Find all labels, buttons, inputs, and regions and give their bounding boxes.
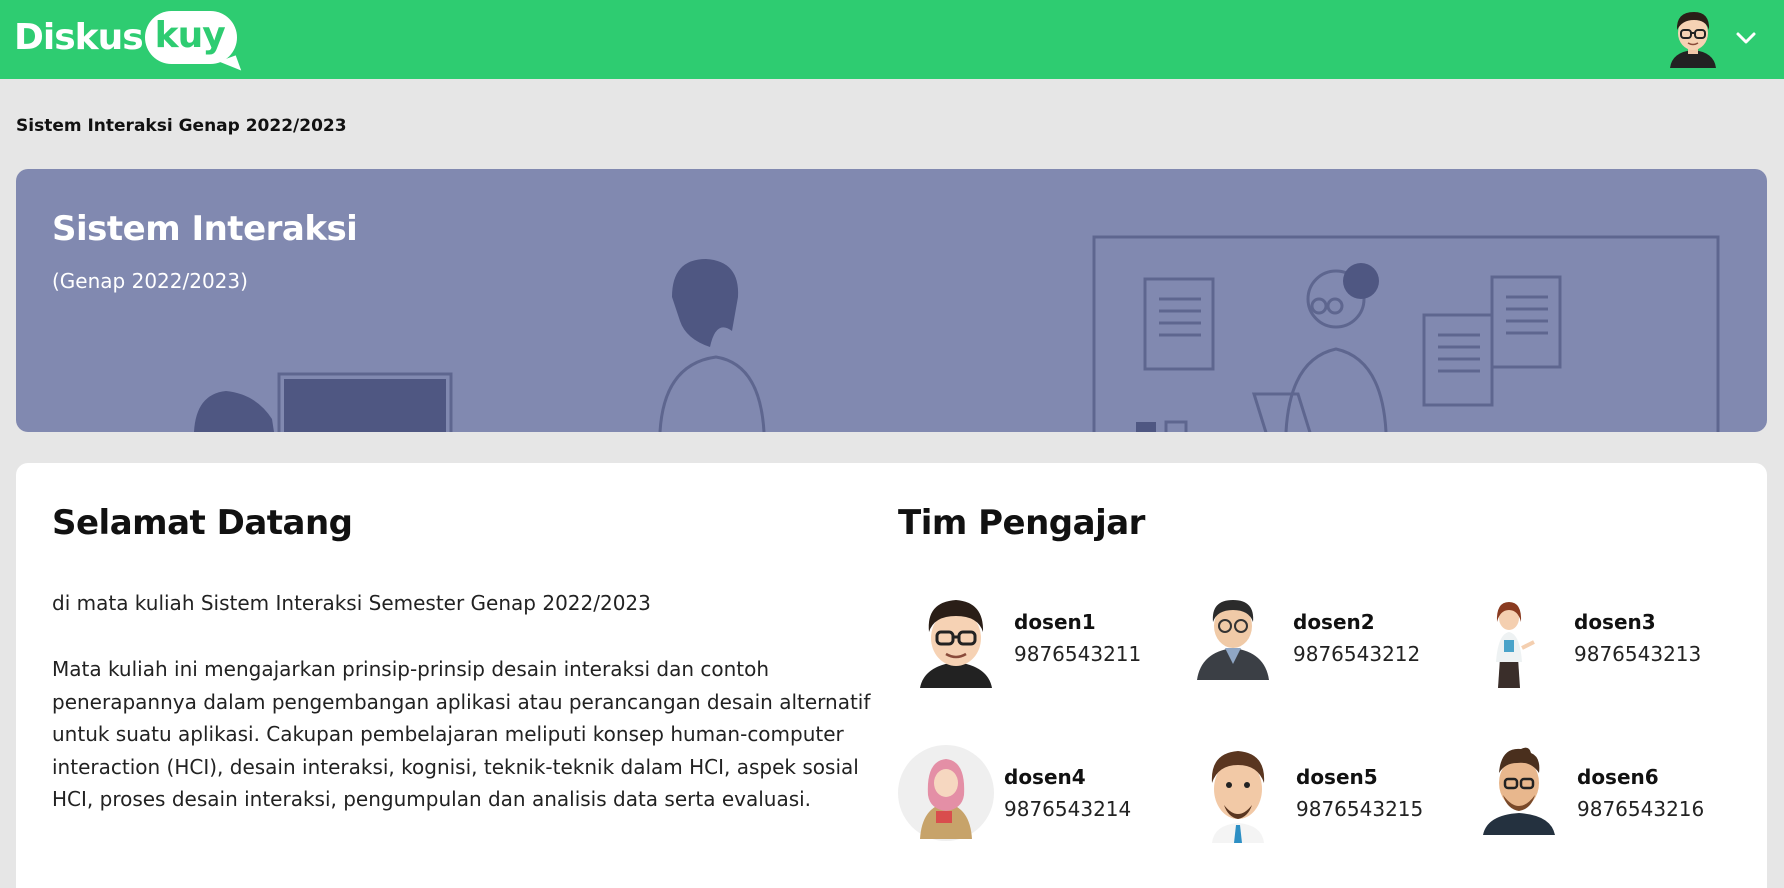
- teaching-team-title: Tim Pengajar: [898, 503, 1145, 543]
- lecturer-name: dosen5: [1296, 765, 1378, 789]
- lecturer-name: dosen3: [1574, 610, 1656, 634]
- lecturer-avatar: [1211, 751, 1265, 843]
- course-description: Mata kuliah ini mengajarkan prinsip-prin…: [52, 657, 871, 811]
- top-navbar: Diskus kuy: [0, 0, 1784, 79]
- app-logo[interactable]: Diskus kuy: [14, 6, 237, 68]
- user-avatar[interactable]: [1664, 6, 1722, 68]
- lecturer-phone: 9876543215: [1296, 797, 1424, 821]
- lecturer-name: dosen1: [1014, 610, 1096, 634]
- welcome-intro: di mata kuliah Sistem Interaksi Semester…: [52, 591, 651, 615]
- lecturer-avatar: [1197, 600, 1269, 680]
- lecturer-card[interactable]: dosen2 9876543212: [1187, 588, 1447, 688]
- lecturer-name: dosen4: [1004, 765, 1086, 789]
- lecturer-phone: 9876543213: [1574, 642, 1702, 666]
- logo-speech-bubble: kuy: [144, 10, 237, 64]
- lecturer-card[interactable]: dosen1 9876543211: [908, 588, 1168, 688]
- lecturer-phone: 9876543212: [1293, 642, 1421, 666]
- lecturer-avatar: [920, 600, 992, 688]
- lecturer-card[interactable]: dosen5 9876543215: [1190, 743, 1450, 843]
- breadcrumb[interactable]: Sistem Interaksi Genap 2022/2023: [16, 116, 347, 136]
- lecturer-phone: 9876543211: [1014, 642, 1142, 666]
- lecturer-name: dosen6: [1577, 765, 1659, 789]
- lecturer-phone: 9876543214: [1004, 797, 1132, 821]
- lecturer-avatar: [1483, 747, 1555, 835]
- logo-bubble-text: kuy: [154, 14, 226, 56]
- welcome-title: Selamat Datang: [52, 503, 353, 543]
- course-info-card: Selamat Datang di mata kuliah Sistem Int…: [16, 463, 1767, 888]
- lecturer-avatar: [898, 745, 994, 841]
- course-semester: (Genap 2022/2023): [52, 269, 248, 293]
- lecturer-card[interactable]: dosen6 9876543216: [1471, 743, 1731, 843]
- chevron-down-icon[interactable]: [1734, 26, 1758, 50]
- lecturer-card[interactable]: dosen3 9876543213: [1468, 588, 1728, 688]
- course-title: Sistem Interaksi: [52, 209, 358, 249]
- lecturer-phone: 9876543216: [1577, 797, 1705, 821]
- lecturer-card[interactable]: dosen4 9876543214: [898, 743, 1158, 843]
- lecturer-name: dosen2: [1293, 610, 1375, 634]
- lecturer-avatar: [1496, 602, 1535, 688]
- logo-text: Diskus: [14, 16, 144, 58]
- course-banner: Sistem Interaksi (Genap 2022/2023): [16, 169, 1767, 432]
